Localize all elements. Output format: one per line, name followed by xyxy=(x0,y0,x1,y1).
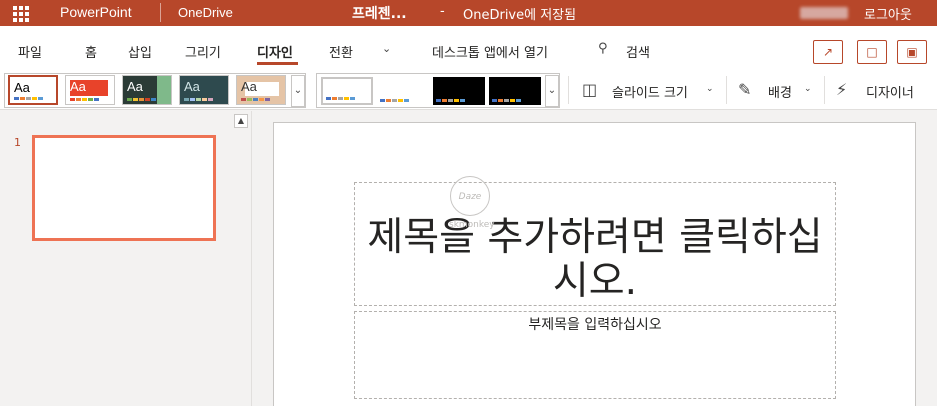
ribbon-tabs: 파일 홈 삽입 그리기 디자인 전환 ⌄ 데스크톱 앱에서 열기 ⚲ 검색 ↗ … xyxy=(0,26,937,68)
title-bar: PowerPoint OneDrive 프레젠... - OneDrive에 저… xyxy=(0,0,937,26)
logout-link[interactable]: 로그아웃 xyxy=(864,4,912,23)
lightbulb-icon[interactable]: ⚲ xyxy=(598,41,608,56)
share-icon[interactable]: ↗ xyxy=(813,40,843,64)
title-separator xyxy=(160,3,161,22)
toolbar-divider xyxy=(824,76,825,104)
theme-office[interactable]: Aa xyxy=(8,75,58,105)
user-name-blurred[interactable] xyxy=(800,7,848,19)
scroll-up-icon[interactable]: ▲ xyxy=(234,114,248,128)
title-placeholder[interactable]: 제목을 추가하려면 클릭하십시오. xyxy=(354,182,836,306)
slide-thumbnail-pane: ▲ 1 xyxy=(0,111,252,406)
slide-size-button[interactable]: 슬라이드 크기 xyxy=(612,82,688,101)
tab-insert[interactable]: 삽입 xyxy=(128,42,152,61)
theme-teal[interactable]: Aa xyxy=(179,75,229,105)
format-background-button[interactable]: 배경 xyxy=(768,82,792,101)
open-in-desktop-button[interactable]: 데스크톱 앱에서 열기 xyxy=(432,42,548,61)
toolbar-divider xyxy=(568,76,569,104)
onedrive-link[interactable]: OneDrive xyxy=(178,5,233,20)
design-toolbar: Aa Aa Aa Aa Aa ⌄ ⌄ ◫ 슬라이드 크기 ⌄ ✎ 배경 ⌄ ⚡ xyxy=(0,68,937,110)
chevron-down-icon[interactable]: ⌄ xyxy=(804,84,812,94)
variant-1[interactable] xyxy=(321,77,373,105)
watermark-caption: skmonkey xyxy=(449,220,495,230)
format-background-icon[interactable]: ✎ xyxy=(738,80,751,99)
save-status: OneDrive에 저장됨 xyxy=(463,8,577,23)
tab-draw[interactable]: 그리기 xyxy=(185,42,221,61)
theme-preview-text: Aa xyxy=(70,79,86,94)
designer-button[interactable]: 디자이너 xyxy=(866,82,914,101)
chevron-down-icon[interactable]: ⌄ xyxy=(706,84,714,94)
slide-thumbnail[interactable] xyxy=(32,135,216,241)
chevron-down-icon[interactable]: ⌄ xyxy=(382,42,391,55)
theme-gallery-expand-icon[interactable]: ⌄ xyxy=(291,75,305,107)
variant-gallery-expand-icon[interactable]: ⌄ xyxy=(545,75,559,107)
tab-design[interactable]: 디자인 xyxy=(257,42,293,61)
theme-peach[interactable]: Aa xyxy=(236,75,286,105)
title-placeholder-text[interactable]: 제목을 추가하려면 클릭하십시오. xyxy=(355,183,835,304)
save-separator: - xyxy=(440,4,445,19)
theme-preview-text: Aa xyxy=(127,79,143,94)
tab-file[interactable]: 파일 xyxy=(18,42,42,61)
document-title[interactable]: 프레젠... xyxy=(352,3,407,23)
variant-4[interactable] xyxy=(489,77,541,105)
comment-icon[interactable]: □ xyxy=(857,40,887,64)
app-launcher-icon[interactable] xyxy=(13,6,29,22)
present-icon[interactable]: ▣ xyxy=(897,40,927,64)
toolbar-divider xyxy=(726,76,727,104)
tab-transitions[interactable]: 전환 xyxy=(329,42,353,61)
theme-preview-text: Aa xyxy=(14,80,30,95)
app-name[interactable]: PowerPoint xyxy=(60,4,132,20)
slide-canvas[interactable]: 제목을 추가하려면 클릭하십시오. 부제목을 입력하십시오 Daze skmon… xyxy=(273,122,916,406)
subtitle-placeholder[interactable]: 부제목을 입력하십시오 xyxy=(354,311,836,399)
theme-preview-text: Aa xyxy=(184,79,200,94)
variant-3[interactable] xyxy=(433,77,485,105)
variant-2[interactable] xyxy=(377,77,429,105)
slide-size-icon[interactable]: ◫ xyxy=(582,80,597,99)
search-button[interactable]: 검색 xyxy=(626,42,650,61)
theme-red[interactable]: Aa xyxy=(65,75,115,105)
subtitle-placeholder-text[interactable]: 부제목을 입력하십시오 xyxy=(355,312,835,334)
slide-number: 1 xyxy=(14,136,21,149)
theme-preview-text: Aa xyxy=(241,79,257,94)
active-tab-indicator xyxy=(257,62,298,65)
designer-icon[interactable]: ⚡ xyxy=(836,80,847,99)
theme-dark-green[interactable]: Aa xyxy=(122,75,172,105)
tab-home[interactable]: 홈 xyxy=(85,42,97,61)
watermark-logo: Daze xyxy=(450,176,490,216)
